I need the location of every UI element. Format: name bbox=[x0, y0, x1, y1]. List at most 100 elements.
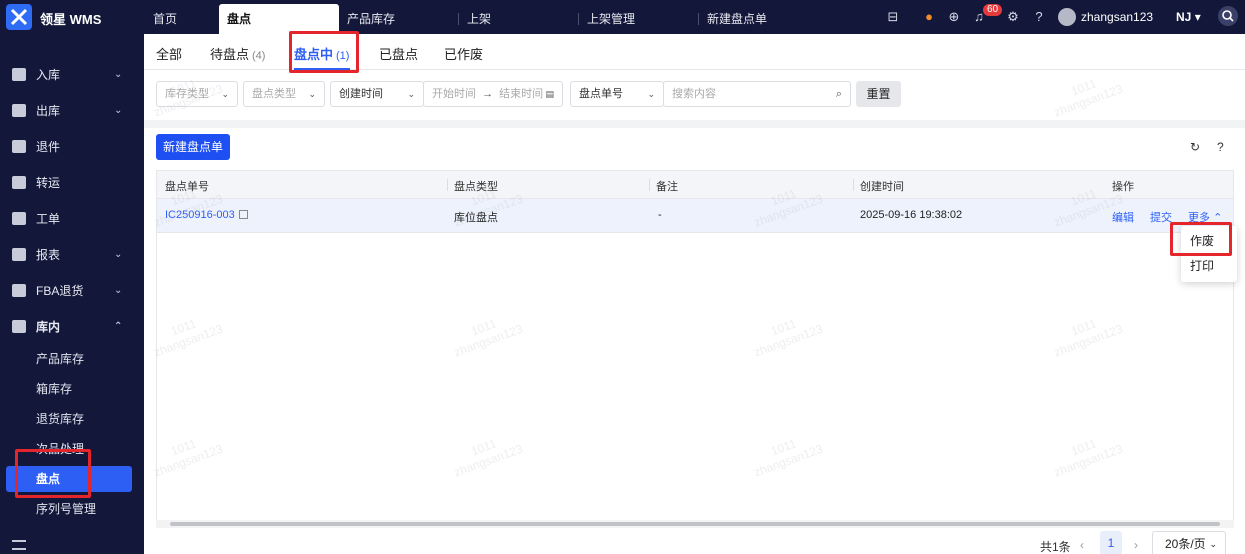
sidebar-item-outbound[interactable]: 出库 ⌄ bbox=[0, 99, 144, 123]
tab-home[interactable]: 首页 bbox=[145, 4, 219, 34]
tab-putaway-management[interactable]: 上架管理 bbox=[579, 4, 699, 34]
page-number-current[interactable]: 1 bbox=[1100, 531, 1122, 554]
chevron-down-icon: ⌄ bbox=[407, 89, 415, 99]
menu-item-void[interactable]: 作废 bbox=[1181, 228, 1237, 254]
remark-cell: - bbox=[658, 209, 662, 221]
tab-putaway[interactable]: 上架 bbox=[459, 4, 579, 34]
chevron-down-icon: ⌄ bbox=[647, 89, 655, 99]
column-divider bbox=[447, 179, 448, 191]
sidebar-sub-label: 序列号管理 bbox=[36, 502, 97, 516]
page-size-value: 20条/页 bbox=[1165, 537, 1206, 551]
count-order-table: 盘点单号 盘点类型 备注 创建时间 操作 IC250916-003 库位盘点 -… bbox=[156, 170, 1234, 526]
select-value: 创建时间 bbox=[339, 88, 383, 100]
horizontal-scrollbar[interactable] bbox=[156, 520, 1234, 528]
sidebar-sub-box-stock[interactable]: 箱库存 bbox=[6, 376, 132, 402]
chevron-up-icon: ⌃ bbox=[114, 321, 123, 332]
sidebar-item-work-order[interactable]: 工单 bbox=[0, 207, 144, 231]
chevron-down-icon: ⌄ bbox=[1209, 539, 1217, 549]
edit-action[interactable]: 编辑 bbox=[1112, 209, 1134, 225]
box-icon bbox=[12, 284, 26, 297]
sidebar-sub-return-stock[interactable]: 退货库存 bbox=[6, 406, 132, 432]
collapse-menu-icon[interactable] bbox=[12, 540, 26, 550]
select-value: 盘点单号 bbox=[579, 88, 623, 100]
column-divider bbox=[853, 179, 854, 191]
warehouse-icon bbox=[12, 320, 26, 333]
warehouse-selector[interactable]: NJ ▾ bbox=[1176, 10, 1201, 24]
help-icon[interactable]: ? bbox=[1217, 140, 1224, 154]
sidebar-sub-label: 盘点 bbox=[36, 472, 61, 486]
new-count-order-button[interactable]: 新建盘点单 bbox=[156, 134, 230, 160]
checklist-icon bbox=[12, 212, 26, 225]
calendar-icon: ▤ bbox=[545, 89, 554, 99]
sidebar-item-transfer[interactable]: 转运 bbox=[0, 171, 144, 195]
column-header: 创建时间 bbox=[860, 181, 904, 193]
status-tab-all[interactable]: 全部 bbox=[156, 44, 182, 63]
end-date-placeholder: 结束时间 bbox=[499, 88, 544, 100]
sidebar-item-label: 出库 bbox=[36, 104, 61, 118]
chevron-up-icon: ⌃ bbox=[1213, 212, 1223, 224]
refresh-icon[interactable]: ↻ bbox=[1190, 140, 1200, 154]
sidebar-item-label: FBA退货 bbox=[36, 284, 84, 298]
help-icon[interactable]: ? bbox=[1031, 9, 1047, 25]
count-type-select[interactable]: 盘点类型 ⌄ bbox=[243, 81, 325, 107]
sidebar-item-label: 工单 bbox=[36, 212, 61, 226]
status-tab-label: 全部 bbox=[156, 47, 183, 62]
warehouse-code: NJ bbox=[1176, 10, 1192, 24]
status-tab-pending[interactable]: 待盘点 (4) bbox=[210, 44, 265, 63]
more-action[interactable]: 更多 ⌃ bbox=[1188, 209, 1222, 225]
date-range-picker[interactable]: 开始时间 → 结束时间 ▤ bbox=[423, 81, 563, 107]
submit-action[interactable]: 提交 bbox=[1150, 209, 1172, 225]
download-icon[interactable]: ⊕ bbox=[946, 9, 962, 25]
search-icon[interactable] bbox=[1218, 6, 1238, 26]
status-tab-counted[interactable]: 已盘点 bbox=[379, 44, 418, 63]
next-page-icon[interactable]: › bbox=[1134, 538, 1138, 552]
caret-down-icon: ▾ bbox=[1194, 10, 1201, 24]
start-date-placeholder: 开始时间 bbox=[432, 88, 476, 100]
sidebar-item-in-warehouse[interactable]: 库内 ⌃ bbox=[0, 315, 144, 339]
avatar[interactable] bbox=[1058, 8, 1076, 26]
stock-type-select[interactable]: 库存类型 ⌄ bbox=[156, 81, 238, 107]
status-tab-in-progress[interactable]: 盘点中 (1) bbox=[294, 44, 349, 63]
sidebar-sub-product-stock[interactable]: 产品库存 bbox=[6, 346, 132, 372]
tab-inventory-count[interactable]: 盘点 bbox=[219, 4, 339, 34]
copy-icon[interactable] bbox=[238, 210, 248, 219]
sidebar-sub-defect-handling[interactable]: 次品处理 bbox=[6, 436, 132, 462]
page-size-select[interactable]: 20条/页 ⌄ bbox=[1152, 531, 1226, 554]
search-input[interactable]: 搜索内容 ⌕ bbox=[663, 81, 851, 107]
tab-label: 产品库存 bbox=[347, 12, 396, 26]
order-number-link[interactable]: IC250916-003 bbox=[165, 209, 235, 221]
scrollbar-thumb[interactable] bbox=[170, 522, 1220, 526]
sidebar-item-inbound[interactable]: 入库 ⌄ bbox=[0, 63, 144, 87]
status-tab-voided[interactable]: 已作废 bbox=[444, 44, 483, 63]
order-number-cell[interactable]: IC250916-003 bbox=[165, 209, 248, 221]
reset-button[interactable]: 重置 bbox=[856, 81, 901, 107]
search-field-select[interactable]: 盘点单号 ⌄ bbox=[570, 81, 664, 107]
prev-page-icon[interactable]: ‹ bbox=[1080, 538, 1084, 552]
gear-icon[interactable]: ⚙ bbox=[1005, 9, 1021, 25]
username[interactable]: zhangsan123 bbox=[1081, 10, 1153, 24]
sidebar-sub-label: 次品处理 bbox=[36, 442, 85, 456]
search-icon: ⌕ bbox=[835, 88, 842, 100]
status-tab-label: 已作废 bbox=[444, 47, 484, 62]
chevron-down-icon: ⌄ bbox=[114, 249, 123, 260]
pagination-total: 共1条 bbox=[1040, 540, 1071, 554]
return-icon bbox=[12, 140, 26, 153]
inbox-icon[interactable]: ⊟ bbox=[885, 9, 901, 25]
menu-item-print[interactable]: 打印 bbox=[1181, 253, 1237, 279]
status-tab-count: (1) bbox=[336, 50, 350, 62]
sidebar-item-returns[interactable]: 退件 bbox=[0, 135, 144, 159]
sidebar-sub-serial-management[interactable]: 序列号管理 bbox=[6, 496, 132, 522]
tab-new-count-order[interactable]: 新建盘点单 bbox=[699, 4, 819, 34]
sidebar-item-reports[interactable]: 报表 ⌄ bbox=[0, 243, 144, 267]
tab-label: 新建盘点单 bbox=[707, 12, 768, 26]
status-tab-label: 待盘点 bbox=[210, 47, 250, 62]
tab-product-stock[interactable]: 产品库存 bbox=[339, 4, 459, 34]
time-field-select[interactable]: 创建时间 ⌄ bbox=[330, 81, 424, 107]
table-row: IC250916-003 库位盘点 - 2025-09-16 19:38:02 … bbox=[157, 199, 1233, 233]
range-arrow-icon: → bbox=[482, 88, 494, 100]
sidebar-sub-inventory-count[interactable]: 盘点 bbox=[6, 466, 132, 492]
sidebar-item-label: 入库 bbox=[36, 68, 61, 82]
logo-icon bbox=[6, 4, 32, 30]
sidebar-item-fba-returns[interactable]: FBA退货 ⌄ bbox=[0, 279, 144, 303]
robot-icon[interactable]: ● bbox=[921, 9, 937, 25]
